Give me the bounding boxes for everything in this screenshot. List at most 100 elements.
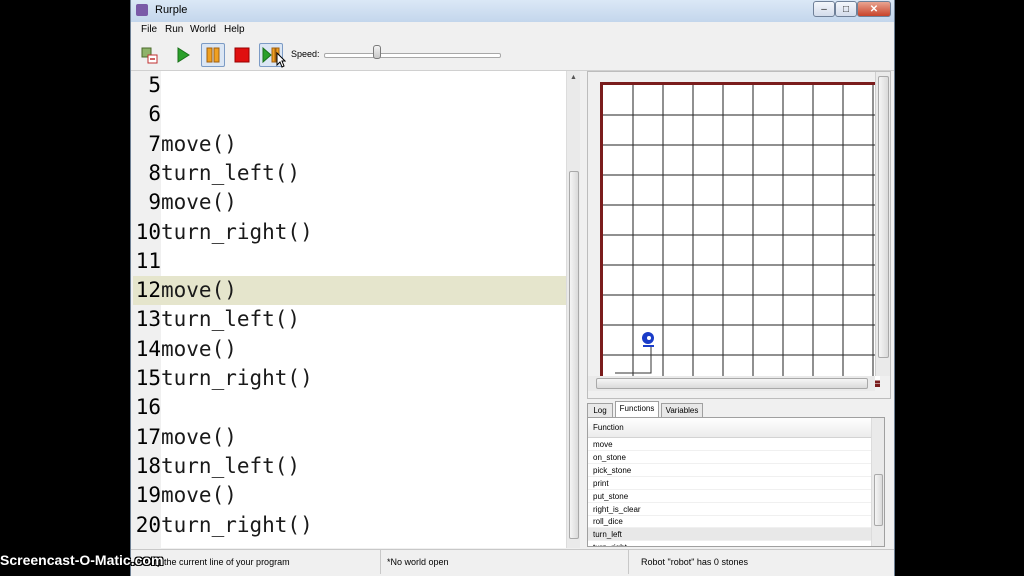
code-line[interactable]: 11: [133, 247, 567, 276]
code-line[interactable]: 20 turn_right(): [133, 511, 567, 540]
code-text: move(): [161, 190, 237, 215]
code-text: turn_right(): [161, 219, 313, 244]
editor-scrollbar-thumb[interactable]: [569, 171, 579, 539]
function-list-item[interactable]: turn_right: [588, 541, 871, 546]
run-button[interactable]: [171, 43, 195, 67]
code-line[interactable]: 12 move(): [133, 276, 567, 306]
status-robot-stones: Robot "robot" has 0 stones: [641, 557, 748, 567]
line-number: 19: [135, 483, 161, 508]
world-grid-canvas: [603, 85, 880, 384]
line-number: 10: [135, 219, 161, 244]
minimize-button[interactable]: –: [813, 1, 835, 17]
world-panel: [587, 71, 891, 399]
code-line[interactable]: 8 turn_left(): [133, 159, 567, 188]
line-number: 11: [135, 248, 161, 273]
world-grid[interactable]: [600, 82, 880, 387]
line-number: 7: [148, 131, 161, 156]
line-number: 12: [135, 278, 161, 303]
tab-functions[interactable]: Functions: [615, 401, 659, 417]
info-tabs: Log Functions Variables: [587, 401, 891, 417]
function-list-item[interactable]: move: [588, 438, 871, 451]
function-list-item[interactable]: put_stone: [588, 490, 871, 503]
line-number: 14: [135, 336, 161, 361]
robot-icon[interactable]: [642, 332, 654, 347]
code-text: turn_right(): [161, 512, 313, 537]
editor-vertical-scrollbar[interactable]: ▲: [566, 71, 580, 548]
code-text: move(): [161, 483, 237, 508]
world-vertical-scrollbar[interactable]: [875, 72, 890, 376]
line-number: 15: [135, 366, 161, 390]
line-number: 6: [148, 102, 161, 127]
speed-slider-track[interactable]: [324, 53, 501, 58]
functions-column-header[interactable]: Function: [588, 418, 871, 438]
code-text: turn_left(): [161, 307, 301, 332]
speed-slider-thumb[interactable]: [372, 45, 381, 59]
world-vscroll-thumb[interactable]: [878, 76, 889, 358]
code-line[interactable]: 14 move(): [133, 335, 567, 364]
code-text: turn_right(): [161, 366, 313, 390]
screencast-watermark: Screencast-O-Matic.com: [0, 552, 164, 568]
function-list-item[interactable]: right_is_clear: [588, 503, 871, 516]
menu-world[interactable]: World: [190, 24, 216, 35]
close-button[interactable]: ✕: [857, 1, 891, 17]
code-editor[interactable]: 5 6 7 move() 8 turn_left() 9 move() 10 turn_right…: [133, 71, 580, 548]
stop-button[interactable]: [230, 43, 254, 67]
code-text: move(): [161, 278, 237, 303]
code-text: move(): [161, 131, 237, 156]
app-icon: [136, 4, 148, 16]
code-line[interactable]: 6: [133, 100, 567, 129]
maximize-button[interactable]: □: [835, 1, 857, 17]
line-number: 8: [148, 160, 161, 185]
code-line[interactable]: 9 move(): [133, 188, 567, 217]
mouse-cursor-icon: [276, 52, 286, 68]
code-line[interactable]: 15 turn_right(): [133, 364, 567, 393]
code-text: move(): [161, 424, 237, 449]
menu-help[interactable]: Help: [224, 24, 245, 35]
title-bar: Rurple – □ ✕: [131, 0, 894, 23]
code-line[interactable]: 18 turn_left(): [133, 452, 567, 481]
line-number: 13: [135, 307, 161, 332]
line-number: 16: [135, 395, 161, 420]
functions-scrollbar[interactable]: [871, 418, 884, 546]
scroll-up-arrow-icon[interactable]: ▲: [570, 74, 577, 81]
line-number: 9: [148, 190, 161, 215]
world-hscroll-thumb[interactable]: [596, 378, 868, 389]
function-list-item[interactable]: on_stone: [588, 451, 871, 464]
code-line[interactable]: 17 move(): [133, 423, 567, 452]
speed-label: Speed:: [291, 49, 320, 59]
code-text: turn_left(): [161, 453, 301, 478]
code-text: turn_left(): [161, 160, 301, 185]
line-number: 20: [135, 512, 161, 537]
code-line[interactable]: 16: [133, 393, 567, 422]
code-line[interactable]: 13 turn_left(): [133, 305, 567, 334]
function-list-item[interactable]: pick_stone: [588, 464, 871, 477]
functions-scrollbar-thumb[interactable]: [874, 474, 883, 526]
functions-list: Function move on_stone pick_stone print put_…: [587, 417, 885, 547]
line-number: 18: [135, 453, 161, 478]
status-message: only the current line of your program: [131, 550, 381, 574]
toolbar: Speed:: [131, 40, 894, 71]
code-line[interactable]: 19 move(): [133, 481, 567, 510]
tab-log[interactable]: Log: [587, 403, 613, 417]
menu-run[interactable]: Run: [165, 24, 183, 35]
play-icon: [177, 47, 190, 63]
world-horizontal-scrollbar[interactable]: [588, 376, 875, 391]
code-line[interactable]: 5: [133, 71, 567, 100]
code-line[interactable]: 7 move(): [133, 130, 567, 159]
status-bar: only the current line of your program *N…: [131, 549, 894, 574]
window-title: Rurple: [155, 4, 188, 16]
menu-file[interactable]: File: [141, 24, 157, 35]
function-list-item[interactable]: roll_dice: [588, 515, 871, 529]
pause-button[interactable]: [201, 43, 225, 67]
menu-bar: File Run World Help: [131, 22, 894, 40]
reset-world-button[interactable]: [137, 43, 161, 67]
line-number: 17: [135, 424, 161, 449]
stop-icon: [234, 47, 250, 63]
tab-variables[interactable]: Variables: [661, 403, 703, 417]
pause-icon: [206, 47, 220, 63]
line-number: 5: [148, 73, 161, 97]
code-line[interactable]: 10 turn_right(): [133, 218, 567, 247]
function-list-item[interactable]: turn_left: [588, 528, 871, 542]
robot-reset-icon: [141, 47, 158, 64]
function-list-item[interactable]: print: [588, 477, 871, 490]
